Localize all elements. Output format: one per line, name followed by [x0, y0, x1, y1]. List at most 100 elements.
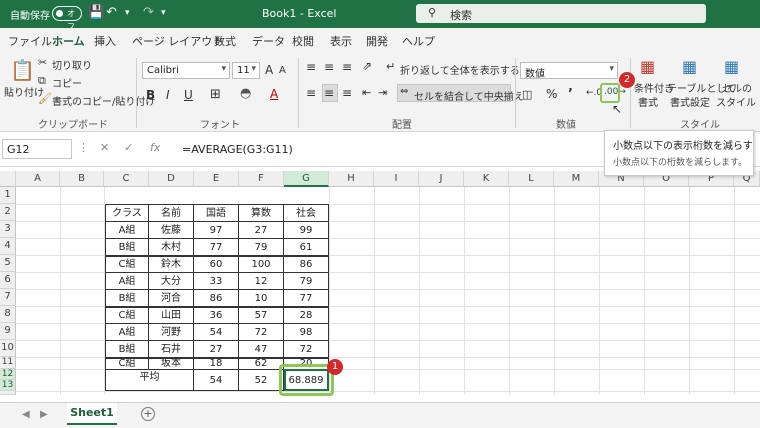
- tab-data[interactable]: データ: [252, 33, 285, 49]
- number-format-select[interactable]: 数値 ▾: [520, 62, 618, 80]
- table-cell[interactable]: 98: [284, 324, 329, 341]
- conditional-formatting-line2[interactable]: 書式: [638, 94, 658, 109]
- add-sheet-button[interactable]: +: [141, 407, 155, 421]
- fill-color-icon[interactable]: ◓: [240, 86, 251, 101]
- align-top-icon[interactable]: ≡: [306, 60, 316, 74]
- row-header-selected[interactable]: 12: [0, 369, 16, 380]
- table-cell[interactable]: 79: [239, 239, 284, 256]
- average-cell[interactable]: 54: [194, 370, 239, 391]
- row-header[interactable]: 14: [0, 391, 16, 395]
- table-header-cell[interactable]: 名前: [149, 205, 194, 222]
- table-cell[interactable]: 61: [284, 239, 329, 256]
- tab-help[interactable]: ヘルプ: [402, 33, 435, 49]
- wrap-text-button[interactable]: 折り返して全体を表示する: [400, 62, 520, 77]
- average-label-cell[interactable]: 平均: [106, 370, 194, 391]
- percent-style-icon[interactable]: %: [546, 87, 557, 101]
- table-cell[interactable]: 木村: [149, 239, 194, 256]
- paste-icon[interactable]: 📋: [10, 58, 35, 82]
- align-center-icon[interactable]: ≡: [324, 86, 334, 100]
- table-cell[interactable]: 27: [194, 341, 239, 358]
- table-cell[interactable]: 99: [284, 222, 329, 239]
- column-header[interactable]: D: [149, 171, 194, 187]
- bold-button[interactable]: B: [146, 88, 155, 102]
- cut-button[interactable]: 切り取り: [52, 57, 92, 72]
- autosave-toggle[interactable]: オフ: [52, 6, 82, 31]
- column-header[interactable]: E: [194, 171, 239, 187]
- table-cell[interactable]: A組: [106, 324, 149, 341]
- table-cell[interactable]: 97: [194, 222, 239, 239]
- table-header-cell[interactable]: 国語: [194, 205, 239, 222]
- comma-style-icon[interactable]: ’: [568, 87, 573, 102]
- font-size-select[interactable]: 11 ▾: [232, 62, 260, 79]
- shrink-font-button[interactable]: A: [279, 65, 286, 76]
- table-cell[interactable]: 60: [194, 256, 239, 273]
- table-header-cell[interactable]: 算数: [239, 205, 284, 222]
- align-right-icon[interactable]: ≡: [342, 86, 352, 100]
- font-name-select[interactable]: Calibri ▾: [142, 62, 230, 79]
- merge-center-button[interactable]: セルを結合して中央揃え: [414, 88, 524, 103]
- table-cell[interactable]: 57: [239, 307, 284, 324]
- column-header-selected[interactable]: G: [284, 171, 329, 187]
- table-cell[interactable]: 77: [284, 290, 329, 307]
- undo-dropdown-icon[interactable]: ▾: [125, 8, 130, 18]
- align-middle-icon[interactable]: ≡: [324, 60, 334, 74]
- column-header[interactable]: J: [419, 171, 464, 187]
- table-cell[interactable]: 54: [194, 324, 239, 341]
- font-color-icon[interactable]: A: [270, 87, 278, 101]
- row-header[interactable]: 11: [0, 357, 16, 369]
- table-cell[interactable]: 27: [239, 222, 284, 239]
- row-header[interactable]: 2: [0, 204, 16, 221]
- column-header[interactable]: I: [374, 171, 419, 187]
- tab-insert[interactable]: 挿入: [94, 33, 116, 49]
- copy-icon[interactable]: ⧉: [38, 74, 46, 88]
- table-cell[interactable]: C組: [106, 358, 149, 370]
- column-header[interactable]: L: [509, 171, 554, 187]
- table-cell[interactable]: 72: [284, 341, 329, 358]
- tab-formulas[interactable]: 数式: [214, 33, 236, 49]
- table-cell[interactable]: 100: [239, 256, 284, 273]
- table-header-cell[interactable]: 社会: [284, 205, 329, 222]
- underline-button[interactable]: U: [184, 88, 193, 102]
- table-cell[interactable]: 河合: [149, 290, 194, 307]
- accounting-format-icon[interactable]: ◫: [522, 88, 532, 101]
- table-cell[interactable]: A組: [106, 222, 149, 239]
- table-cell[interactable]: 山田: [149, 307, 194, 324]
- column-header[interactable]: H: [329, 171, 374, 187]
- italic-button[interactable]: I: [166, 88, 170, 102]
- table-cell[interactable]: 河野: [149, 324, 194, 341]
- column-header[interactable]: B: [60, 171, 104, 187]
- row-header[interactable]: 1: [0, 187, 16, 204]
- table-cell[interactable]: 47: [239, 341, 284, 358]
- cell-styles-line2[interactable]: スタイル: [716, 94, 756, 109]
- column-header[interactable]: F: [239, 171, 284, 187]
- table-cell[interactable]: 10: [239, 290, 284, 307]
- table-cell[interactable]: 18: [194, 358, 239, 370]
- table-cell[interactable]: 62: [239, 358, 284, 370]
- table-cell[interactable]: A組: [106, 273, 149, 290]
- table-cell[interactable]: 86: [194, 290, 239, 307]
- column-header[interactable]: A: [16, 171, 60, 187]
- search-box[interactable]: ⚲ 検索: [416, 4, 706, 23]
- enter-icon[interactable]: ✓: [124, 141, 133, 154]
- table-cell[interactable]: B組: [106, 341, 149, 358]
- cell-styles-icon[interactable]: ▦: [724, 57, 739, 76]
- table-cell[interactable]: 佐藤: [149, 222, 194, 239]
- row-header[interactable]: 8: [0, 306, 16, 323]
- table-cell[interactable]: 77: [194, 239, 239, 256]
- tab-file[interactable]: ファイル: [8, 33, 52, 49]
- table-cell[interactable]: 大分: [149, 273, 194, 290]
- row-header[interactable]: 5: [0, 255, 16, 272]
- name-box[interactable]: G12: [2, 139, 72, 159]
- cell-styles-line1[interactable]: セルの: [722, 80, 752, 95]
- row-header[interactable]: 7: [0, 289, 16, 306]
- table-cell[interactable]: 36: [194, 307, 239, 324]
- row-header[interactable]: 6: [0, 272, 16, 289]
- row-header[interactable]: 3: [0, 221, 16, 238]
- decrease-indent-icon[interactable]: ⇤: [362, 86, 371, 99]
- align-left-icon[interactable]: ≡: [306, 86, 316, 100]
- borders-icon[interactable]: ⊞: [210, 87, 221, 102]
- grow-font-button[interactable]: A: [265, 63, 273, 77]
- format-as-table-icon[interactable]: ▦: [682, 57, 697, 76]
- table-cell[interactable]: 12: [239, 273, 284, 290]
- tab-home[interactable]: ホーム: [52, 33, 85, 54]
